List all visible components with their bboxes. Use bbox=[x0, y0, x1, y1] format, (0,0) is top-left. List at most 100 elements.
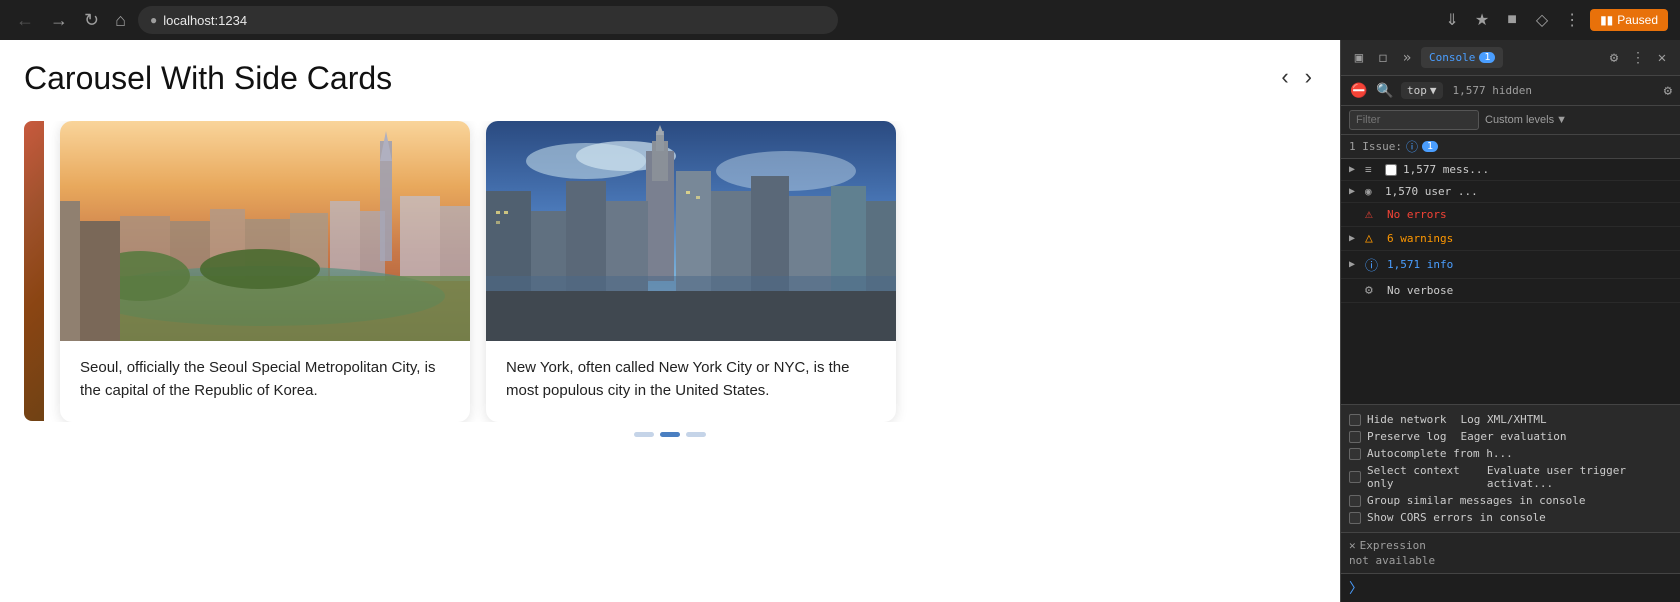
menu-icon[interactable]: ⋮ bbox=[1560, 8, 1584, 32]
expand-icon-0: ▶ bbox=[1349, 164, 1359, 175]
settings-right-panel: Hide network Log XML/XHTML Preserve log … bbox=[1341, 404, 1680, 532]
label-select-context: Select context only bbox=[1367, 464, 1477, 490]
log-row-user[interactable]: ▶ ◉ 1,570 user ... bbox=[1341, 181, 1680, 203]
console-badge: 1 bbox=[1479, 52, 1495, 63]
expression-panel: ✕ Expression not available bbox=[1341, 532, 1680, 573]
card-text-seoul: Seoul, officially the Seoul Special Metr… bbox=[60, 341, 470, 422]
log-text-3: 6 warnings bbox=[1387, 232, 1672, 245]
checkbox-cors[interactable] bbox=[1349, 512, 1361, 524]
card-newyork: New York, often called New York City or … bbox=[486, 121, 896, 422]
checkbox-preserve[interactable] bbox=[1349, 431, 1361, 443]
log-row-info[interactable]: ▶ ⓘ 1,571 info bbox=[1341, 251, 1680, 279]
prompt-arrow: 〉 bbox=[1349, 578, 1363, 598]
filter-icon[interactable]: 🔍 bbox=[1375, 81, 1395, 101]
nyc-cityscape bbox=[486, 121, 896, 341]
console-tab-label: Console bbox=[1429, 51, 1475, 64]
clear-console-icon[interactable]: ⛔ bbox=[1349, 81, 1369, 101]
back-button[interactable]: ← bbox=[12, 9, 38, 31]
setting-preserve: Preserve log Eager evaluation bbox=[1349, 428, 1672, 445]
card-image-newyork bbox=[486, 121, 896, 341]
carousel-prev-button[interactable]: ‹ bbox=[1277, 60, 1292, 94]
setting-hide-network: Hide network Log XML/XHTML bbox=[1349, 411, 1672, 428]
close-dt-icon[interactable]: ✕ bbox=[1652, 48, 1672, 68]
log-row-errors[interactable]: ⚠ No errors bbox=[1341, 203, 1680, 227]
label-preserve: Preserve log bbox=[1367, 430, 1446, 443]
home-button[interactable]: ⌂ bbox=[111, 9, 130, 31]
log-text-0: 1,577 mess... bbox=[1403, 163, 1672, 176]
dot-2[interactable] bbox=[686, 432, 706, 437]
issues-count: 1 bbox=[1422, 141, 1438, 152]
more-options-icon[interactable]: ⋮ bbox=[1628, 48, 1648, 68]
checkbox-group-similar[interactable] bbox=[1349, 495, 1361, 507]
label-hide-network: Hide network bbox=[1367, 413, 1446, 426]
expression-value: not available bbox=[1349, 554, 1672, 567]
setting-group-similar: Group similar messages in console bbox=[1349, 492, 1672, 509]
verbose-icon: ⚙ bbox=[1365, 283, 1381, 298]
log-row-verbose[interactable]: ⚙ No verbose bbox=[1341, 279, 1680, 303]
cursor-icon[interactable]: ▣ bbox=[1349, 48, 1369, 68]
console-tab[interactable]: Console 1 bbox=[1421, 47, 1503, 68]
checkbox-hide-network[interactable] bbox=[1349, 414, 1361, 426]
carousel-dots bbox=[24, 432, 1316, 437]
devtools-filter-bar: Custom levels ▼ bbox=[1341, 106, 1680, 135]
reload-button[interactable]: ↻ bbox=[80, 9, 103, 31]
log-text-5: No verbose bbox=[1387, 284, 1672, 297]
hidden-count: 1,577 hidden bbox=[1453, 84, 1532, 97]
log-row-messages[interactable]: ▶ ≡ 1,577 mess... bbox=[1341, 159, 1680, 181]
seoul-cityscape bbox=[60, 121, 470, 341]
address-bar[interactable]: ● localhost:1234 bbox=[138, 6, 838, 34]
filter-input[interactable] bbox=[1349, 110, 1479, 130]
custom-levels-button[interactable]: Custom levels ▼ bbox=[1485, 114, 1567, 126]
checkbox-select-context[interactable] bbox=[1349, 471, 1361, 483]
log-text-1: 1,570 user ... bbox=[1385, 185, 1672, 198]
devtools-secondary-toolbar: ⛔ 🔍 top ▼ 1,577 hidden ⚙ bbox=[1341, 76, 1680, 106]
settings-dt-icon[interactable]: ⚙ bbox=[1604, 48, 1624, 68]
context-selector[interactable]: top ▼ bbox=[1401, 82, 1443, 99]
expression-label: Expression bbox=[1360, 539, 1426, 552]
dot-0[interactable] bbox=[634, 432, 654, 437]
page-content: Carousel With Side Cards ‹ › bbox=[0, 40, 1340, 602]
devtools-toolbar: ▣ ◻ » Console 1 ⚙ ⋮ ✕ bbox=[1341, 40, 1680, 76]
custom-levels-label: Custom levels bbox=[1485, 114, 1554, 126]
checkbox-autocomplete[interactable] bbox=[1349, 448, 1361, 460]
label-autocomplete: Autocomplete from h... bbox=[1367, 447, 1513, 460]
paused-label: Paused bbox=[1617, 13, 1658, 27]
url-text: localhost:1234 bbox=[163, 13, 247, 28]
star-icon[interactable]: ★ bbox=[1470, 8, 1494, 32]
log-text-2: No errors bbox=[1387, 208, 1672, 221]
paused-icon: ▮▮ bbox=[1600, 13, 1613, 27]
devtools-log: ▶ ≡ 1,577 mess... ▶ ◉ 1,570 user ... ⚠ N… bbox=[1341, 159, 1680, 404]
expand-icon-4: ▶ bbox=[1349, 259, 1359, 270]
context-chevron: ▼ bbox=[1430, 84, 1437, 97]
browser-chrome: ← → ↻ ⌂ ● localhost:1234 ⇓ ★ ■ ◇ ⋮ ▮▮ Pa… bbox=[0, 0, 1680, 40]
console-prompt-row: 〉 bbox=[1349, 578, 1672, 598]
card-seoul: Seoul, officially the Seoul Special Metr… bbox=[60, 121, 470, 422]
setting-select-context: Select context only Evaluate user trigge… bbox=[1349, 462, 1672, 492]
extension-icon[interactable]: ■ bbox=[1500, 8, 1524, 32]
row-checkbox-0[interactable] bbox=[1385, 164, 1397, 176]
devtools-panel: ▣ ◻ » Console 1 ⚙ ⋮ ✕ ⛔ 🔍 top ▼ 1,577 hi… bbox=[1340, 40, 1680, 602]
chrome-actions: ⇓ ★ ■ ◇ ⋮ ▮▮ Paused bbox=[1440, 8, 1668, 32]
log-row-warnings[interactable]: ▶ △ 6 warnings bbox=[1341, 227, 1680, 251]
more-tabs-icon[interactable]: » bbox=[1397, 48, 1417, 68]
expand-icon-3: ▶ bbox=[1349, 233, 1359, 244]
carousel-next-button[interactable]: › bbox=[1301, 60, 1316, 94]
custom-levels-chevron: ▼ bbox=[1556, 114, 1567, 126]
user-icon: ◉ bbox=[1365, 185, 1379, 198]
setting-autocomplete: Autocomplete from h... bbox=[1349, 445, 1672, 462]
devtools-bottom: 〉 bbox=[1341, 573, 1680, 602]
paused-button[interactable]: ▮▮ Paused bbox=[1590, 9, 1668, 31]
expression-close-row: ✕ Expression bbox=[1349, 539, 1672, 552]
warning-icon: △ bbox=[1365, 231, 1381, 246]
download-icon[interactable]: ⇓ bbox=[1440, 8, 1464, 32]
device-icon[interactable]: ◻ bbox=[1373, 48, 1393, 68]
console-settings-icon[interactable]: ⚙ bbox=[1664, 83, 1672, 99]
expression-close-icon[interactable]: ✕ bbox=[1349, 539, 1356, 552]
puzzle-icon[interactable]: ◇ bbox=[1530, 8, 1554, 32]
dot-1[interactable] bbox=[660, 432, 680, 437]
issues-label: 1 Issue: bbox=[1349, 140, 1402, 153]
forward-button[interactable]: → bbox=[46, 9, 72, 31]
card-partial-left bbox=[24, 121, 44, 421]
card-text-newyork: New York, often called New York City or … bbox=[486, 341, 896, 422]
label-eager: Eager evaluation bbox=[1460, 430, 1566, 443]
